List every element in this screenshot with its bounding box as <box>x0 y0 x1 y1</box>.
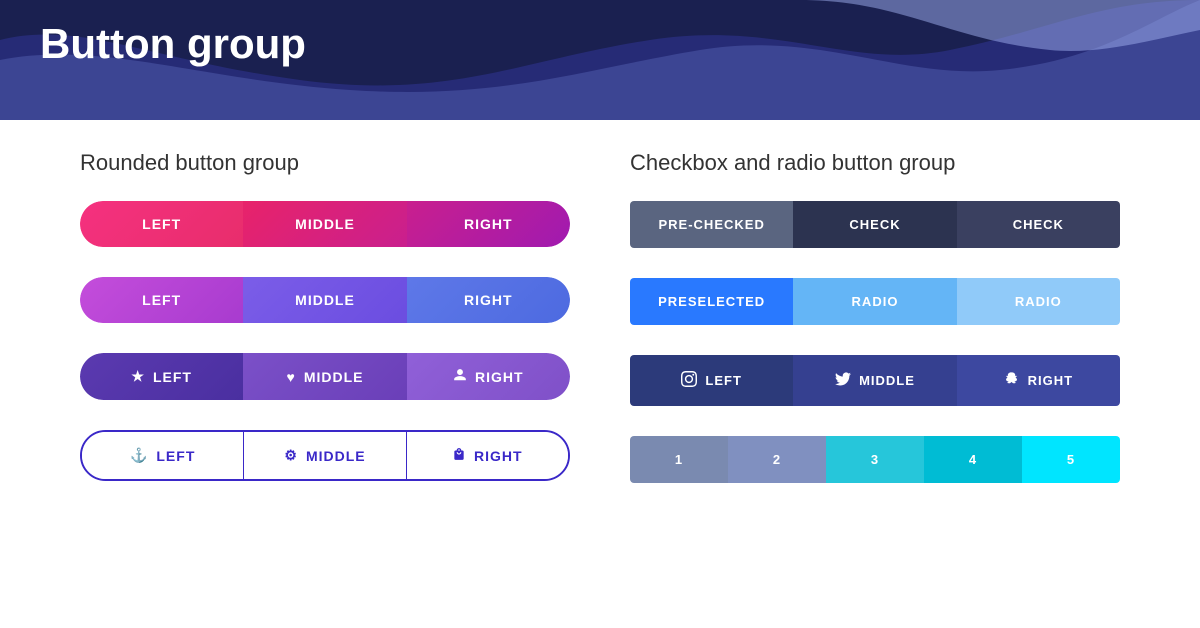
num5-button[interactable]: 5 <box>1022 436 1120 483</box>
page-title: Button group <box>40 20 306 68</box>
header: Button group <box>0 0 1200 120</box>
check1-button[interactable]: CHECK <box>793 201 956 248</box>
snapchat-icon <box>1004 371 1020 390</box>
row2-right-button[interactable]: RIGHT <box>407 277 570 323</box>
row3-right-label: RIGHT <box>475 369 524 385</box>
row4-middle-label: MIDDLE <box>306 448 366 464</box>
row4-left-label: LEFT <box>156 448 195 464</box>
social-right-label: RIGHT <box>1028 373 1073 388</box>
row4-right-button[interactable]: RIGHT <box>407 432 568 479</box>
num3-button[interactable]: 3 <box>826 436 924 483</box>
right-section-title: Checkbox and radio button group <box>630 150 1120 176</box>
social-middle-label: MIDDLE <box>859 373 915 388</box>
num4-button[interactable]: 4 <box>924 436 1022 483</box>
row3-right-button[interactable]: RIGHT <box>407 353 570 400</box>
user-icon <box>453 368 467 385</box>
bag-icon <box>452 447 466 464</box>
num2-button[interactable]: 2 <box>728 436 826 483</box>
rounded-group-4: ⚓ LEFT ⚙ MIDDLE RIGHT <box>80 430 570 481</box>
row1-middle-button[interactable]: MIDDLE <box>243 201 406 247</box>
row4-middle-button[interactable]: ⚙ MIDDLE <box>244 432 406 479</box>
social-group: LEFT MIDDLE RIGHT <box>630 355 1120 406</box>
social-middle-button[interactable]: MIDDLE <box>793 355 956 406</box>
row1-right-button[interactable]: RIGHT <box>407 201 570 247</box>
social-right-button[interactable]: RIGHT <box>957 355 1120 406</box>
rounded-group-1: LEFT MIDDLE RIGHT <box>80 201 570 247</box>
social-left-button[interactable]: LEFT <box>630 355 793 406</box>
radio1-button[interactable]: RADIO <box>793 278 956 325</box>
row3-middle-button[interactable]: ♥ MIDDLE <box>243 353 406 400</box>
prechecked-button[interactable]: PRE-CHECKED <box>630 201 793 248</box>
row3-left-button[interactable]: ★ LEFT <box>80 353 243 400</box>
checkbox-group: PRE-CHECKED CHECK CHECK <box>630 201 1120 248</box>
social-left-label: LEFT <box>705 373 742 388</box>
row3-middle-label: MIDDLE <box>304 369 364 385</box>
row3-left-label: LEFT <box>153 369 192 385</box>
num1-button[interactable]: 1 <box>630 436 728 483</box>
row4-right-label: RIGHT <box>474 448 523 464</box>
instagram-icon <box>681 371 697 390</box>
heart-icon: ♥ <box>287 369 296 385</box>
radio2-button[interactable]: RADIO <box>957 278 1120 325</box>
row1-left-button[interactable]: LEFT <box>80 201 243 247</box>
number-group: 1 2 3 4 5 <box>630 436 1120 483</box>
rounded-group-3: ★ LEFT ♥ MIDDLE RIGHT <box>80 353 570 400</box>
check2-button[interactable]: CHECK <box>957 201 1120 248</box>
twitter-icon <box>835 371 851 390</box>
left-column: Rounded button group LEFT MIDDLE RIGHT L… <box>80 150 570 513</box>
right-column: Checkbox and radio button group PRE-CHEC… <box>630 150 1120 513</box>
anchor-icon: ⚓ <box>130 447 148 464</box>
radio-group: PRESELECTED RADIO RADIO <box>630 278 1120 325</box>
gear-icon: ⚙ <box>284 447 298 464</box>
row2-left-button[interactable]: LEFT <box>80 277 243 323</box>
star-icon: ★ <box>131 368 145 385</box>
row4-left-button[interactable]: ⚓ LEFT <box>82 432 244 479</box>
rounded-group-2: LEFT MIDDLE RIGHT <box>80 277 570 323</box>
preselected-button[interactable]: PRESELECTED <box>630 278 793 325</box>
row2-middle-button[interactable]: MIDDLE <box>243 277 406 323</box>
main-content: Rounded button group LEFT MIDDLE RIGHT L… <box>0 120 1200 543</box>
left-section-title: Rounded button group <box>80 150 570 176</box>
